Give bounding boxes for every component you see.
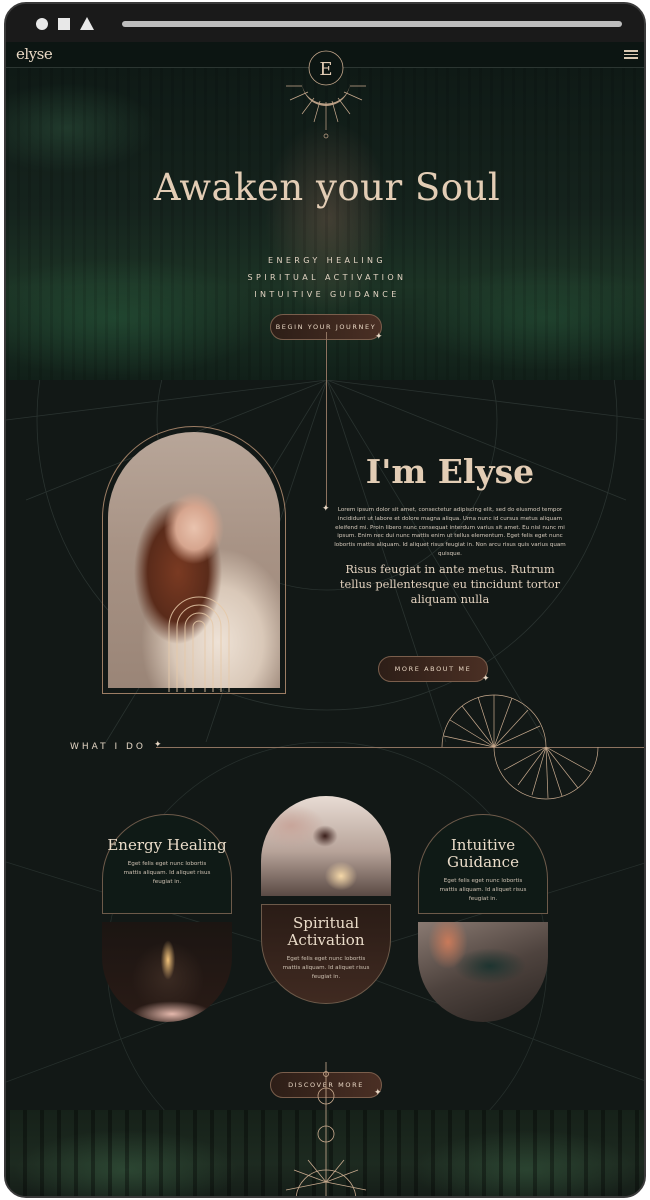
section-label: WHAT I DO bbox=[70, 742, 147, 752]
browser-chrome bbox=[6, 4, 644, 42]
hero-service-item: SPIRITUAL ACTIVATION bbox=[247, 273, 407, 282]
card-text: Eget felis eget nunc lobortis mattis ali… bbox=[123, 861, 211, 885]
portrait-frame bbox=[102, 426, 286, 694]
card-title: Energy Healing bbox=[107, 836, 227, 854]
spiritual-activation-photo bbox=[261, 796, 391, 896]
site-logo[interactable]: elyse bbox=[16, 45, 53, 63]
portrait-photo bbox=[108, 432, 280, 692]
card-title: Spiritual Activation bbox=[287, 914, 365, 949]
about-quote: Risus feugiat in ante metus. Rutrum tell… bbox=[339, 562, 561, 606]
sparkle-icon: ✦ bbox=[482, 674, 490, 684]
emblem-letter: E bbox=[319, 59, 332, 80]
square-icon bbox=[58, 18, 70, 30]
device-frame: elyse Awaken your Soul ENERGY HEALING SP… bbox=[4, 2, 646, 1198]
sparkle-icon: ✦ bbox=[375, 332, 383, 342]
hero-service-item: INTUITIVE GUIDANCE bbox=[254, 290, 400, 299]
divider-line bbox=[156, 747, 644, 748]
intuitive-guidance-photo bbox=[418, 922, 548, 1022]
address-bar[interactable] bbox=[122, 21, 622, 27]
service-card-spiritual-activation[interactable]: Spiritual Activation Eget felis eget nun… bbox=[261, 904, 391, 1004]
discover-more-button[interactable]: DISCOVER MORE bbox=[270, 1072, 382, 1098]
service-card-intuitive-guidance[interactable]: Intuitive Guidance Eget felis eget nunc … bbox=[418, 814, 548, 914]
card-text: Eget felis eget nunc lobortis mattis ali… bbox=[439, 878, 527, 902]
about-body-text: Lorem ipsum dolor sit amet, consectetur … bbox=[334, 507, 566, 557]
triangle-icon bbox=[80, 17, 94, 30]
services-section: WHAT I DO ✦ Energy Healing Eget felis eg… bbox=[6, 694, 644, 1110]
more-about-me-button[interactable]: MORE ABOUT ME bbox=[378, 656, 488, 682]
hero-services-list: ENERGY HEALING SPIRITUAL ACTIVATION INTU… bbox=[6, 252, 644, 303]
footer-forest-banner bbox=[6, 1110, 644, 1196]
hero-service-item: ENERGY HEALING bbox=[267, 256, 387, 265]
rainbow-arch-icon bbox=[168, 596, 230, 692]
circle-icon bbox=[36, 18, 48, 30]
energy-healing-photo bbox=[102, 922, 232, 1022]
menu-icon[interactable] bbox=[624, 50, 638, 61]
hero-title: Awaken your Soul bbox=[153, 166, 501, 209]
sparkle-icon: ✦ bbox=[154, 740, 162, 750]
about-title: I'm Elyse bbox=[365, 452, 535, 491]
divider-line bbox=[326, 332, 327, 508]
card-title: Intuitive Guidance bbox=[447, 836, 519, 871]
moon-sun-emblem-icon: E bbox=[286, 50, 366, 139]
website-screen: elyse Awaken your Soul ENERGY HEALING SP… bbox=[6, 42, 644, 1196]
sparkle-icon: ✦ bbox=[322, 504, 330, 514]
sparkle-icon: ✦ bbox=[374, 1088, 382, 1098]
service-card-energy-healing[interactable]: Energy Healing Eget felis eget nunc lobo… bbox=[102, 814, 232, 914]
card-text: Eget felis eget nunc lobortis mattis ali… bbox=[282, 956, 370, 980]
about-section: ✦ I'm Elyse Lorem ipsum dolor sit amet, … bbox=[6, 332, 644, 742]
